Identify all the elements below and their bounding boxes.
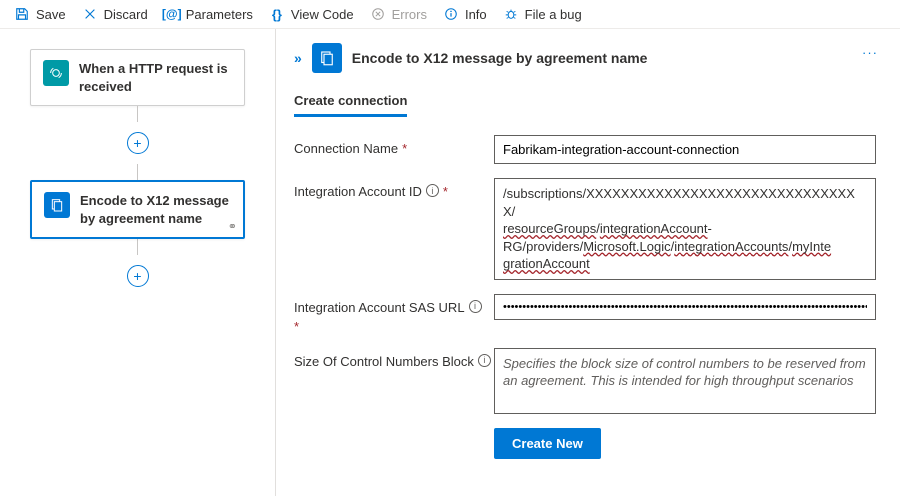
link-icon: ⚭ bbox=[228, 220, 237, 233]
connector-line bbox=[137, 106, 138, 122]
toolbar: Save Discard [@] Parameters {} View Code… bbox=[0, 0, 900, 29]
action-card[interactable]: Encode to X12 message by agreement name … bbox=[30, 180, 245, 239]
create-new-button[interactable]: Create New bbox=[494, 428, 601, 459]
collapse-button[interactable]: » bbox=[294, 50, 302, 66]
info-icon bbox=[443, 6, 459, 22]
parameters-button[interactable]: [@] Parameters bbox=[164, 6, 253, 22]
bug-icon bbox=[503, 6, 519, 22]
viewcode-button[interactable]: {} View Code bbox=[269, 6, 354, 22]
http-icon bbox=[43, 60, 69, 86]
save-label: Save bbox=[36, 7, 66, 22]
info-icon[interactable]: i bbox=[426, 184, 439, 197]
info-icon[interactable]: i bbox=[478, 354, 491, 367]
sas-url-label: Integration Account SAS URL i * bbox=[294, 294, 494, 334]
x-icon bbox=[82, 6, 98, 22]
trigger-card[interactable]: When a HTTP request is received bbox=[30, 49, 245, 106]
add-step-button[interactable]: + bbox=[127, 265, 149, 287]
details-panel: ··· » Encode to X12 message by agreement… bbox=[275, 29, 900, 496]
braces-icon: {} bbox=[269, 6, 285, 22]
save-icon bbox=[14, 6, 30, 22]
x12-icon bbox=[44, 192, 70, 218]
info-label: Info bbox=[465, 7, 487, 22]
more-menu[interactable]: ··· bbox=[862, 45, 878, 60]
tab-create-connection[interactable]: Create connection bbox=[294, 93, 407, 117]
panel-title: Encode to X12 message by agreement name bbox=[352, 50, 648, 66]
connector-line bbox=[137, 239, 138, 255]
bug-button[interactable]: File a bug bbox=[503, 6, 582, 22]
connection-name-input[interactable] bbox=[494, 135, 876, 164]
errors-label: Errors bbox=[392, 7, 427, 22]
connector-line bbox=[137, 164, 138, 180]
block-size-input[interactable]: Specifies the block size of control numb… bbox=[494, 348, 876, 414]
save-button[interactable]: Save bbox=[14, 6, 66, 22]
block-size-label: Size Of Control Numbers Block i bbox=[294, 348, 494, 369]
info-icon[interactable]: i bbox=[469, 300, 482, 313]
x12-icon bbox=[312, 43, 342, 73]
add-step-button[interactable]: + bbox=[127, 132, 149, 154]
discard-button[interactable]: Discard bbox=[82, 6, 148, 22]
bug-label: File a bug bbox=[525, 7, 582, 22]
viewcode-label: View Code bbox=[291, 7, 354, 22]
designer-canvas: When a HTTP request is received + Encode… bbox=[0, 29, 275, 496]
action-title: Encode to X12 message by agreement name bbox=[80, 192, 231, 227]
trigger-title: When a HTTP request is received bbox=[79, 60, 232, 95]
errors-button: Errors bbox=[370, 6, 427, 22]
parameters-label: Parameters bbox=[186, 7, 253, 22]
sas-url-input[interactable] bbox=[494, 294, 876, 320]
integration-account-id-input[interactable]: /subscriptions/XXXXXXXXXXXXXXXXXXXXXXXXX… bbox=[494, 178, 876, 280]
parameters-icon: [@] bbox=[164, 6, 180, 22]
integration-account-id-label: Integration Account ID i * bbox=[294, 178, 494, 199]
connection-name-label: Connection Name * bbox=[294, 135, 494, 156]
error-icon bbox=[370, 6, 386, 22]
discard-label: Discard bbox=[104, 7, 148, 22]
info-button[interactable]: Info bbox=[443, 6, 487, 22]
